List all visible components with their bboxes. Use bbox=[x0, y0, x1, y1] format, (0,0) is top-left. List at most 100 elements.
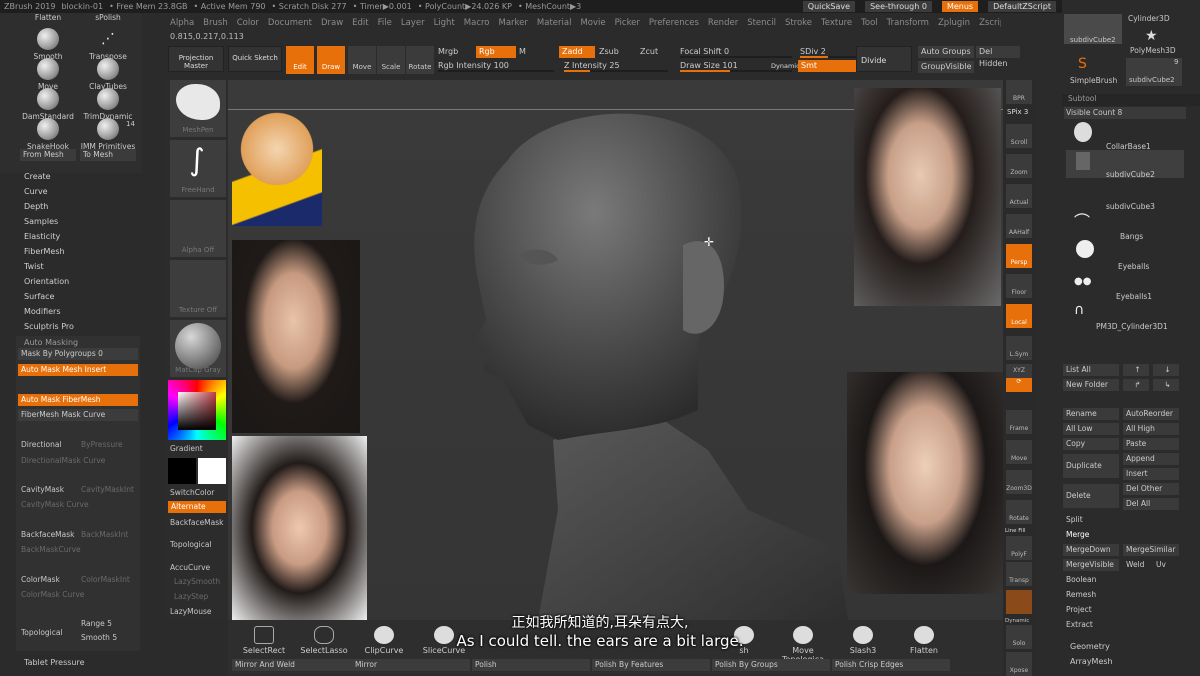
move-down-icon[interactable]: ↳ bbox=[1153, 379, 1179, 391]
polyf-button[interactable]: PolyF bbox=[1006, 536, 1032, 560]
bypressure-slider[interactable]: ByPressure bbox=[81, 440, 123, 449]
menu-fibermesh[interactable]: FiberMesh bbox=[24, 247, 65, 256]
mask-polygroups-slider[interactable]: Mask By Polygroups 0 bbox=[18, 348, 138, 360]
del-hidden-button[interactable]: Del Hidden bbox=[976, 46, 1020, 68]
xyz-button[interactable]: XYZ bbox=[1006, 364, 1032, 378]
switch-color-button[interactable]: SwitchColor bbox=[170, 488, 214, 497]
tool-thumb-polymesh3d[interactable]: PolyMesh3D bbox=[1130, 46, 1176, 55]
polish-by-groups-slider[interactable]: Polish By Groups bbox=[712, 659, 830, 671]
auto-mask-fibermesh-toggle[interactable]: Auto Mask FiberMesh bbox=[18, 394, 138, 406]
edit-mode-button[interactable]: Edit bbox=[286, 46, 314, 74]
del-other-button[interactable]: Del Other bbox=[1123, 483, 1179, 495]
topological-button[interactable]: Topological bbox=[170, 540, 212, 549]
menu-material[interactable]: Material bbox=[537, 18, 572, 28]
menu-twist[interactable]: Twist bbox=[24, 262, 44, 271]
all-high-button[interactable]: All High bbox=[1123, 423, 1179, 435]
move-mode-button[interactable]: Move bbox=[348, 46, 376, 74]
canvas-viewport[interactable]: ✛ bbox=[228, 80, 1003, 620]
subtool-title[interactable]: Subtool bbox=[1062, 94, 1200, 106]
menu-marker[interactable]: Marker bbox=[499, 18, 528, 28]
subtool-item[interactable]: Eyeballs bbox=[1066, 238, 1184, 271]
frame-button[interactable]: Frame bbox=[1006, 410, 1032, 434]
duplicate-button[interactable]: Duplicate bbox=[1063, 454, 1119, 478]
menu-movie[interactable]: Movie bbox=[580, 18, 605, 28]
merge-down-button[interactable]: MergeDown bbox=[1063, 544, 1119, 556]
menu-zscript[interactable]: Zscript bbox=[979, 18, 1001, 28]
default-zscript-button[interactable]: DefaultZScript bbox=[988, 1, 1056, 12]
spix-slider[interactable]: SPix 3 bbox=[1007, 108, 1028, 116]
uv-toggle[interactable]: Uv bbox=[1156, 560, 1166, 569]
main-color-swatch[interactable] bbox=[168, 458, 196, 484]
alpha-tile[interactable]: Alpha Off bbox=[170, 200, 226, 257]
fibermesh-mask-curve[interactable]: FiberMesh Mask Curve bbox=[18, 409, 138, 421]
down-arrow-icon[interactable]: ↓ bbox=[1153, 364, 1179, 376]
tablet-pressure-menu[interactable]: Tablet Pressure bbox=[24, 658, 85, 667]
smt-toggle[interactable]: Smt bbox=[798, 60, 856, 72]
menu-preferences[interactable]: Preferences bbox=[649, 18, 699, 28]
menu-alpha[interactable]: Alpha bbox=[170, 18, 194, 28]
sdiv-slider[interactable]: SDiv 2 bbox=[800, 46, 856, 58]
menu-zplugin[interactable]: Zplugin bbox=[938, 18, 970, 28]
boolean-menu[interactable]: Boolean bbox=[1066, 575, 1096, 584]
merge-similar-button[interactable]: MergeSimilar bbox=[1123, 544, 1179, 556]
xpose-button[interactable]: Xpose bbox=[1006, 652, 1032, 676]
accucurve-toggle[interactable]: AccuCurve bbox=[170, 563, 210, 572]
mirror-button[interactable]: Mirror bbox=[352, 659, 470, 671]
texture-tile[interactable]: Texture Off bbox=[170, 260, 226, 317]
menu-sculptris[interactable]: Sculptris Pro bbox=[24, 322, 74, 331]
backface-mask-int-slider[interactable]: BackMaskInt bbox=[81, 530, 128, 539]
zsub-button[interactable]: Zsub bbox=[599, 46, 629, 58]
aahalf-button[interactable]: AAHalf bbox=[1006, 214, 1032, 238]
brush-claytubes[interactable]: ClayTubes bbox=[78, 58, 138, 91]
quicksave-button[interactable]: QuickSave bbox=[802, 1, 856, 12]
alternate-toggle[interactable]: Alternate bbox=[168, 501, 226, 513]
menu-tool[interactable]: Tool bbox=[861, 18, 878, 28]
rgb-button[interactable]: Rgb bbox=[476, 46, 516, 58]
menu-document[interactable]: Document bbox=[268, 18, 312, 28]
append-button[interactable]: Append bbox=[1123, 453, 1179, 465]
backface-mask-toggle[interactable]: BackfaceMask bbox=[21, 530, 75, 539]
rgb-intensity-slider[interactable]: Rgb Intensity 100 bbox=[438, 60, 554, 72]
brush-smooth[interactable]: Smooth bbox=[18, 28, 78, 61]
list-all-button[interactable]: List All bbox=[1063, 364, 1119, 376]
up-arrow-icon[interactable]: ↑ bbox=[1123, 364, 1149, 376]
arraymesh-menu[interactable]: ArrayMesh bbox=[1070, 657, 1113, 666]
merge-visible-button[interactable]: MergeVisible bbox=[1063, 559, 1119, 571]
color-mask-toggle[interactable]: ColorMask bbox=[21, 575, 60, 584]
menu-light[interactable]: Light bbox=[434, 18, 455, 28]
brush-flatten[interactable]: Flatten bbox=[18, 13, 78, 22]
polish-by-features-slider[interactable]: Polish By Features bbox=[592, 659, 710, 671]
actual-button[interactable]: Actual bbox=[1006, 184, 1032, 208]
mrgb-button[interactable]: Mrgb bbox=[438, 46, 474, 58]
all-low-button[interactable]: All Low bbox=[1063, 423, 1119, 435]
scale-mode-button[interactable]: Scale bbox=[377, 46, 405, 74]
brush-spolish[interactable]: sPolish bbox=[78, 13, 138, 22]
subtool-item[interactable]: ⌒ Bangs bbox=[1066, 208, 1184, 241]
menu-texture[interactable]: Texture bbox=[821, 18, 852, 28]
menu-samples[interactable]: Samples bbox=[24, 217, 58, 226]
brush-snakehook[interactable]: SnakeHook bbox=[18, 118, 78, 151]
menu-depth[interactable]: Depth bbox=[24, 202, 48, 211]
menu-picker[interactable]: Picker bbox=[615, 18, 640, 28]
zcut-button[interactable]: Zcut bbox=[640, 46, 670, 58]
menu-modifiers[interactable]: Modifiers bbox=[24, 307, 61, 316]
dynamic-toggle[interactable]: Dynamic bbox=[771, 62, 800, 70]
floor-button[interactable]: Floor bbox=[1006, 274, 1032, 298]
brush-move[interactable]: Move bbox=[18, 58, 78, 91]
remesh-menu[interactable]: Remesh bbox=[1066, 590, 1096, 599]
zadd-button[interactable]: Zadd bbox=[559, 46, 595, 58]
zoom-button[interactable]: Zoom bbox=[1006, 154, 1032, 178]
brush-damstandard[interactable]: DamStandard bbox=[18, 88, 78, 121]
backface-mask-button[interactable]: BackfaceMask bbox=[170, 518, 224, 527]
merge-menu[interactable]: Merge bbox=[1066, 530, 1089, 539]
bpr-button[interactable]: BPR bbox=[1006, 80, 1032, 104]
cavity-mask-toggle[interactable]: CavityMask bbox=[21, 485, 64, 494]
lazystep-slider[interactable]: LazyStep bbox=[174, 592, 208, 601]
tool-thumb-subdivcube2[interactable]: subdivCube2 bbox=[1064, 14, 1122, 44]
menu-layer[interactable]: Layer bbox=[401, 18, 425, 28]
polish-slider[interactable]: Polish bbox=[472, 659, 590, 671]
rotate-mode-button[interactable]: Rotate bbox=[406, 46, 434, 74]
tool-thumb-cylinder3d[interactable]: Cylinder3D bbox=[1128, 14, 1170, 23]
rename-button[interactable]: Rename bbox=[1063, 408, 1119, 420]
tool-thumb-simplebrush[interactable]: SimpleBrush bbox=[1070, 76, 1117, 85]
